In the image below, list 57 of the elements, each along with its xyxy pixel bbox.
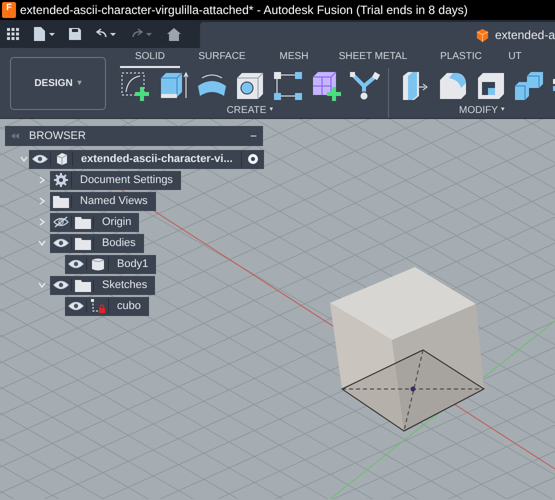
toolbar-tab[interactable]: SHEET METAL: [324, 48, 422, 68]
combine-icon[interactable]: [513, 70, 545, 102]
node-label: extended-ascii-character-vi...: [73, 150, 242, 168]
eye-icon[interactable]: [52, 237, 68, 249]
eye-icon[interactable]: [68, 258, 84, 270]
toolbar-tab[interactable]: SOLID: [120, 48, 180, 68]
node-label: Sketches: [101, 278, 148, 293]
app-icon: F: [2, 2, 16, 18]
sketch-lock-icon: [90, 298, 106, 314]
eye-icon[interactable]: [68, 300, 84, 312]
browser-node[interactable]: Bodies: [50, 234, 144, 252]
redo-dropdown-icon[interactable]: [131, 28, 153, 40]
joint-icon[interactable]: [348, 70, 380, 102]
browser-node[interactable]: cubo: [65, 296, 149, 316]
browser-node[interactable]: Body1: [65, 254, 156, 274]
browser-node[interactable]: extended-ascii-character-vi...: [29, 150, 264, 168]
folder-icon: [74, 236, 90, 250]
folder-icon: [74, 278, 90, 292]
browser-node[interactable]: Origin: [50, 212, 140, 232]
grid-menu-icon[interactable]: [7, 28, 19, 40]
eye-slash-icon[interactable]: [52, 216, 68, 228]
cylinder-icon: [92, 257, 104, 271]
folder-icon: [74, 216, 90, 228]
toolbar-tab[interactable]: SURFACE: [180, 48, 264, 68]
browser-node[interactable]: Document Settings: [50, 170, 181, 190]
eye-icon[interactable]: [52, 279, 68, 291]
cube-icon: [54, 152, 68, 166]
minimize-button[interactable]: −: [250, 130, 257, 142]
node-label: Body1: [116, 256, 150, 272]
node-label: cubo: [116, 298, 142, 314]
toolbar-tab[interactable]: UT: [500, 48, 530, 68]
toolbar-tab[interactable]: MESH: [264, 48, 324, 68]
pattern-icon[interactable]: [272, 70, 304, 102]
undo-dropdown-icon[interactable]: [95, 28, 117, 40]
node-label: Origin: [101, 214, 132, 230]
folder-icon: [52, 194, 68, 208]
node-label: Bodies: [101, 236, 137, 251]
toolbar-tab[interactable]: PLASTIC: [422, 48, 500, 68]
node-label: Named Views: [79, 194, 149, 209]
browser-title: BROWSER: [29, 128, 87, 144]
node-label: Document Settings: [79, 172, 174, 188]
save-icon[interactable]: [69, 28, 81, 40]
sketch-plus-icon[interactable]: [120, 70, 152, 102]
radio-target-icon[interactable]: [246, 153, 259, 165]
file-dropdown-icon[interactable]: [33, 27, 55, 41]
eye-icon[interactable]: [32, 153, 48, 165]
home-icon[interactable]: [167, 28, 181, 40]
window-title: extended-ascii-character-virgulilla-attached* - Autodesk Fusion (Trial ends in 8 days): [20, 2, 468, 19]
cube-icon: [476, 28, 489, 42]
cube-model-drawing[interactable]: [329, 267, 486, 433]
gear-icon[interactable]: [52, 172, 68, 188]
hole-icon[interactable]: [234, 70, 266, 102]
workspace-dropdown[interactable]: DESIGN ▾: [10, 56, 106, 110]
browser-node[interactable]: Sketches: [50, 276, 156, 294]
browser-node[interactable]: Named Views: [50, 192, 156, 210]
document-tab[interactable]: extended-a: [200, 22, 555, 48]
component-plus-icon[interactable]: [310, 70, 342, 102]
